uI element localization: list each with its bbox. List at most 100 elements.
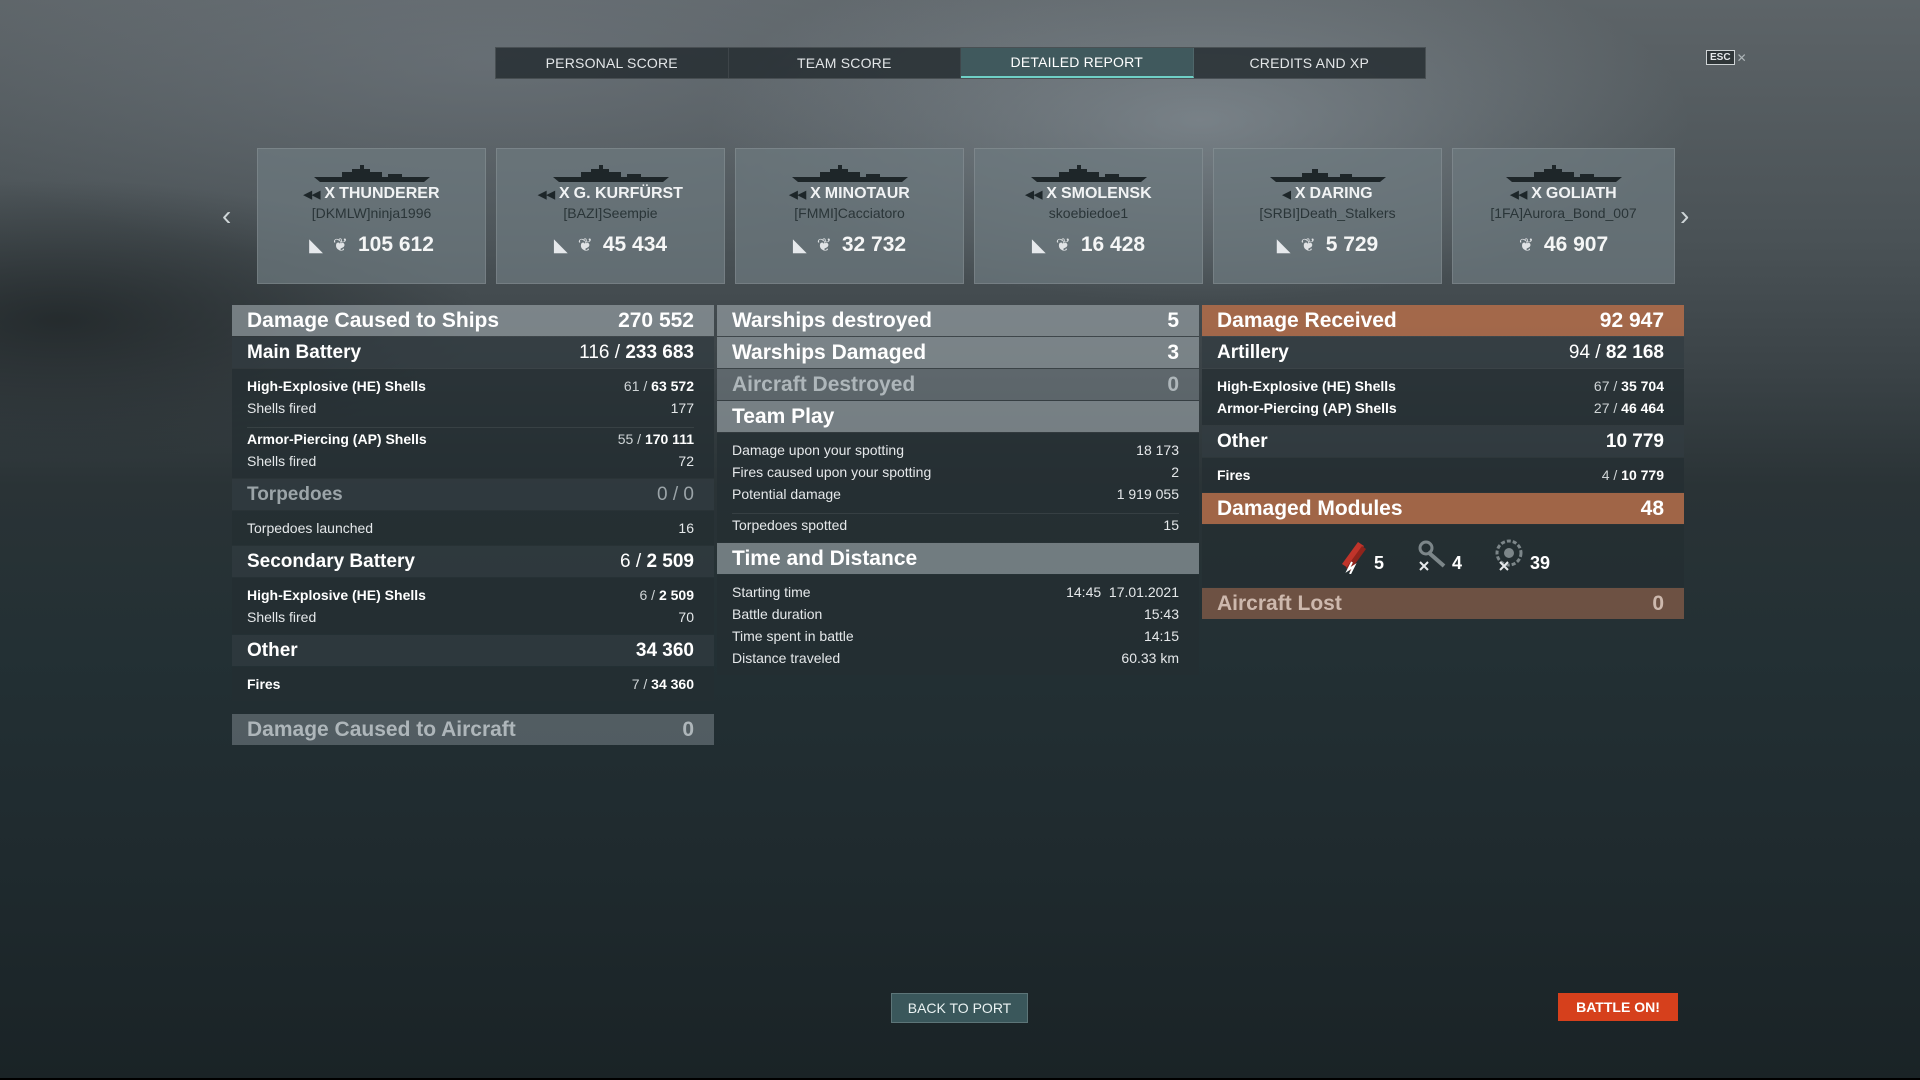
ship-tier: X: [810, 185, 821, 202]
stat-row: Armor-Piercing (AP) Shells 55 / 170 111: [247, 427, 694, 450]
ship-silhouette-icon: [313, 165, 430, 182]
warships-damaged-header: Warships Damaged 3: [717, 337, 1199, 368]
hits: 27 /: [1593, 400, 1618, 416]
module-count: 5: [1373, 553, 1384, 573]
stat-value-group: 6 / 2 509: [639, 587, 694, 603]
stat-row: Torpedoes spotted 15: [732, 513, 1179, 536]
hits: 94 /: [1568, 341, 1601, 363]
header-value: 0: [1167, 372, 1179, 396]
ship-tier: X: [1294, 185, 1306, 202]
stat-row: Time spent in battle 14:15: [732, 625, 1179, 647]
player-name: [BAZI]Seempie: [563, 205, 658, 221]
stat-value: 72: [678, 453, 694, 469]
stat-label: Armor-Piercing (AP) Shells: [1217, 400, 1397, 416]
ship-card[interactable]: ◀◀ X SMOLENSK skoebiedoe1 ◣ ❦ 16 428: [974, 148, 1203, 284]
stat-label: Battle duration: [732, 606, 823, 622]
ship-name-row: ◀◀ X SMOLENSK: [1025, 185, 1151, 203]
turret-module-icon: [1418, 540, 1446, 571]
player-name: [DKMLW]ninja1996: [311, 205, 432, 221]
value: 10 779: [1621, 467, 1664, 483]
artillery-header: Artillery 94 / 82 168: [1202, 337, 1684, 368]
damaged-modules-header: Damaged Modules 48: [1202, 493, 1684, 524]
tab-personal-score[interactable]: PERSONAL SCORE: [496, 48, 729, 78]
battleship-class-icon: ◀◀: [538, 188, 555, 201]
ship-score: 45 434: [602, 233, 668, 256]
back-to-port-button[interactable]: BACK TO PORT: [891, 993, 1028, 1023]
value: 63 572: [651, 378, 694, 394]
header-label: Damage Caused to Ships: [247, 308, 500, 332]
player-name: [FMMI]Cacciatoro: [794, 205, 905, 221]
cruiser-class-icon: ◀◀: [1510, 188, 1528, 201]
value: 170 111: [644, 431, 694, 447]
ship-tier: X: [1046, 185, 1057, 202]
value: 46 464: [1621, 400, 1664, 416]
ship-card[interactable]: ◀◀ X GOLIATH [1FA]Aurora_Bond_007 ❦ 46 9…: [1452, 148, 1675, 284]
ship-tier: X: [324, 185, 336, 202]
value: 82 168: [1605, 341, 1664, 363]
ship-silhouette-icon: [1505, 165, 1622, 182]
engine-module-icon: [1495, 539, 1523, 571]
close-icon[interactable]: ✕: [1737, 51, 1747, 65]
torpedoes-details: Torpedoes launched 16: [232, 511, 714, 545]
ship-card[interactable]: ◀◀ X THUNDERER [DKMLW]ninja1996 ◣ ❦ 105 …: [257, 148, 486, 284]
ribbon-icon: ◣: [792, 234, 807, 255]
tab-credits-and-xp[interactable]: CREDITS AND XP: [1194, 48, 1426, 78]
sub-value-group: 6 / 2 509: [620, 551, 694, 573]
destroyer-class-icon: ◀: [1282, 188, 1291, 201]
ship-silhouette-icon: [1269, 169, 1386, 182]
stat-row: High-Explosive (HE) Shells 6 / 2 509: [247, 584, 694, 606]
ribbon-icon: ◣: [309, 234, 323, 255]
flooding-module-icon: [1341, 542, 1366, 574]
tab-team-score[interactable]: TEAM SCORE: [729, 48, 961, 78]
battle-on-button[interactable]: BATTLE ON!: [1558, 993, 1678, 1021]
ship-card[interactable]: ◀ X DARING [SRBI]Death_Stalkers ◣ ❦ 5 72…: [1213, 148, 1442, 284]
received-other-header: Other 10 779: [1202, 426, 1684, 457]
ship-card[interactable]: ◀◀ X MINOTAUR [FMMI]Cacciatoro ◣ ❦ 32 73…: [735, 148, 964, 284]
main-battery-header: Main Battery 116 / 233 683: [232, 337, 714, 368]
ship-name-row: ◀◀ X MINOTAUR: [789, 185, 910, 203]
ship-name-row: ◀◀ X G. KURFÜRST: [538, 185, 683, 203]
sub-label: Other: [1217, 430, 1268, 452]
torpedoes-header: Torpedoes 0 / 0: [232, 479, 714, 510]
module-count: 39: [1530, 553, 1551, 573]
ship-name-row: ◀◀ X THUNDERER: [303, 185, 439, 203]
stat-label: Starting time: [732, 584, 811, 600]
hits: 61 /: [623, 378, 648, 394]
ship-card[interactable]: ◀◀ X G. KURFÜRST [BAZI]Seempie ◣ ❦ 45 43…: [496, 148, 725, 284]
wreath-icon: ❦: [332, 234, 348, 255]
stat-value: 15:43: [1143, 606, 1179, 622]
next-arrow-icon[interactable]: ›: [1680, 200, 1689, 232]
hits: 55 /: [617, 431, 642, 447]
sub-label: Other: [247, 639, 298, 661]
stat-label: Torpedoes spotted: [732, 517, 848, 533]
ship-name: SMOLENSK: [1060, 185, 1152, 202]
stat-value-group: 27 / 46 464: [1594, 400, 1664, 416]
tab-detailed-report[interactable]: DETAILED REPORT: [961, 48, 1194, 78]
ship-score: 105 612: [358, 233, 434, 256]
stat-label: Shells fired: [247, 609, 317, 625]
sub-value: 10 779: [1605, 430, 1664, 452]
player-name: [1FA]Aurora_Bond_007: [1490, 205, 1637, 221]
hits: 7 /: [631, 676, 648, 692]
header-value: 92 947: [1599, 308, 1664, 332]
sub-value-group: 116 / 233 683: [579, 342, 694, 364]
card-stats: ◣ ❦ 45 434: [554, 233, 667, 257]
player-name: [SRBI]Death_Stalkers: [1259, 205, 1396, 221]
stat-label: Potential damage: [732, 486, 841, 502]
esc-close[interactable]: ESC ✕: [1706, 50, 1747, 65]
stat-value: 14:45 17.01.2021: [1066, 584, 1179, 600]
module-item: 5: [1336, 538, 1384, 574]
stat-label: Fires caused upon your spotting: [732, 464, 932, 480]
wreath-icon: ❦: [1518, 234, 1534, 255]
stat-label: Fires: [1217, 467, 1251, 483]
stat-value: 1 919 055: [1116, 486, 1179, 502]
aircraft-destroyed-header: Aircraft Destroyed 0: [717, 369, 1199, 400]
stat-value: 177: [670, 400, 694, 416]
stat-row: Shells fired 70: [247, 606, 694, 628]
combat-summary-panel: Warships destroyed 5 Warships Damaged 3 …: [717, 305, 1199, 676]
battleship-class-icon: ◀◀: [789, 188, 807, 201]
artillery-details: High-Explosive (HE) Shells 67 / 35 704 A…: [1202, 369, 1684, 425]
ship-silhouette-icon: [791, 165, 908, 182]
prev-arrow-icon[interactable]: ‹: [222, 200, 231, 232]
ribbon-icon: ◣: [1031, 234, 1046, 255]
